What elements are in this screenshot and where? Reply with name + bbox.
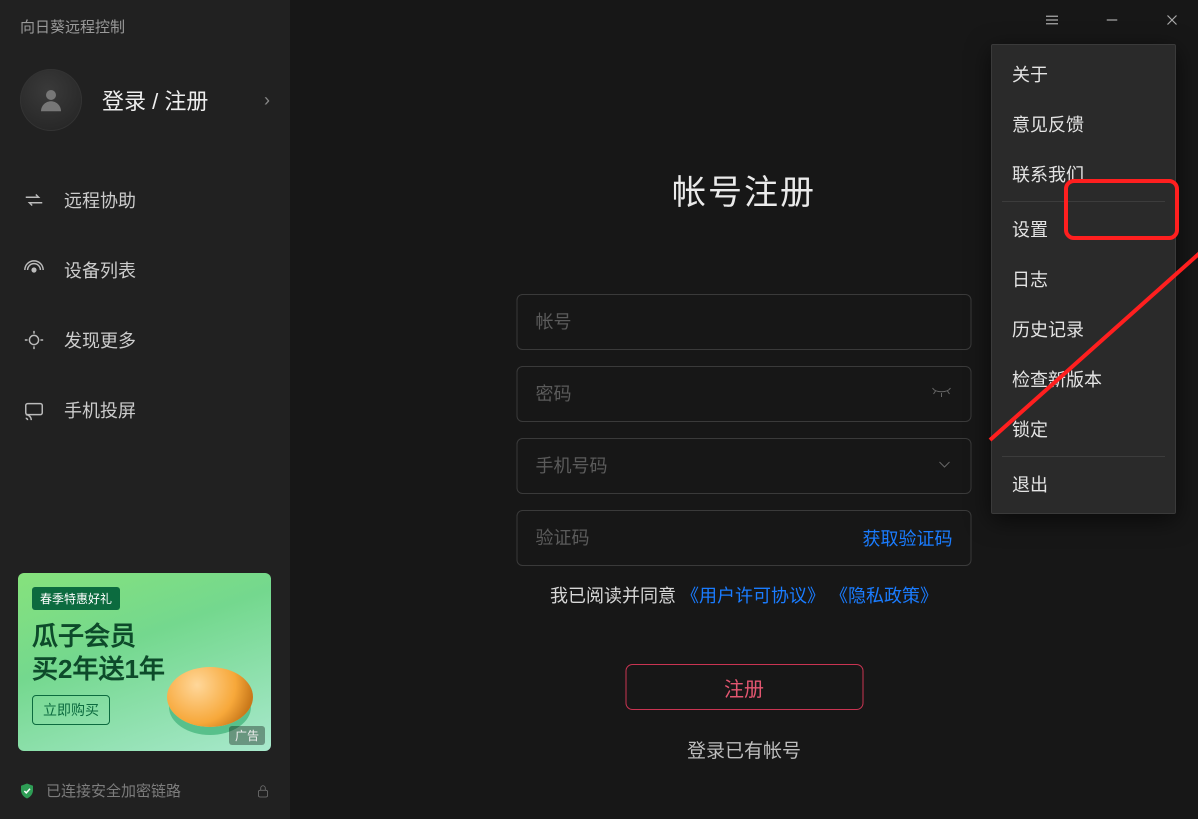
promo-buy-button[interactable]: 立即购买	[32, 695, 110, 725]
login-existing-link[interactable]: 登录已有帐号	[517, 736, 972, 763]
sidebar-item-label: 手机投屏	[64, 397, 136, 423]
shield-check-icon	[18, 782, 36, 800]
menu-item-settings[interactable]: 设置	[992, 204, 1175, 254]
promo-line1: 瓜子会员	[32, 620, 257, 653]
captcha-input[interactable]	[536, 528, 853, 549]
avatar	[20, 69, 82, 131]
menu-button[interactable]	[1040, 8, 1064, 32]
login-register-row[interactable]: 登录 / 注册 ›	[0, 51, 290, 155]
menu-item-exit[interactable]: 退出	[992, 459, 1175, 509]
sidebar-item-discover[interactable]: 发现更多	[0, 305, 290, 375]
status-text: 已连接安全加密链路	[46, 780, 181, 801]
captcha-field[interactable]: 获取验证码	[517, 510, 972, 566]
sidebar-item-phone-cast[interactable]: 手机投屏	[0, 375, 290, 445]
minimize-button[interactable]	[1100, 8, 1124, 32]
close-button[interactable]	[1160, 8, 1184, 32]
account-input[interactable]	[536, 312, 953, 333]
menu-item-logs[interactable]: 日志	[992, 254, 1175, 304]
privacy-policy-link[interactable]: 《隐私政策》	[830, 586, 938, 606]
sidebar-item-label: 设备列表	[64, 257, 136, 283]
swap-icon	[22, 188, 46, 212]
connection-status: 已连接安全加密链路	[18, 780, 272, 801]
register-button[interactable]: 注册	[625, 664, 863, 710]
user-agreement-link[interactable]: 《用户许可协议》	[681, 586, 825, 606]
main-panel: 帐号注册 获取验证码 我已阅读并同意 《用户许可协	[290, 0, 1198, 819]
menu-item-check-update[interactable]: 检查新版本	[992, 354, 1175, 404]
sidebar-item-label: 远程协助	[64, 187, 136, 213]
promo-tag: 春季特惠好礼	[32, 587, 120, 610]
phone-input[interactable]	[536, 456, 937, 477]
agree-prefix: 我已阅读并同意	[550, 586, 681, 606]
titlebar	[1040, 8, 1184, 32]
user-icon	[36, 85, 66, 115]
broadcast-icon	[22, 258, 46, 282]
menu-separator	[1002, 456, 1165, 457]
account-field[interactable]	[517, 294, 972, 350]
app-title: 向日葵远程控制	[0, 0, 290, 51]
get-captcha-button[interactable]: 获取验证码	[863, 525, 953, 551]
password-input[interactable]	[536, 384, 931, 405]
chevron-right-icon: ›	[264, 90, 270, 111]
agreement-text: 我已阅读并同意 《用户许可协议》 《隐私政策》	[517, 582, 972, 608]
login-register-label: 登录 / 注册	[102, 84, 264, 116]
menu-item-lock[interactable]: 锁定	[992, 404, 1175, 454]
menu-separator	[1002, 201, 1165, 202]
chevron-down-icon[interactable]	[937, 456, 953, 477]
promo-banner[interactable]: 春季特惠好礼 瓜子会员 买2年送1年 立即购买 广告	[18, 573, 271, 751]
promo-graphic	[167, 667, 253, 727]
menu-item-about[interactable]: 关于	[992, 49, 1175, 99]
phone-field[interactable]	[517, 438, 972, 494]
dropdown-menu: 关于 意见反馈 联系我们 设置 日志 历史记录 检查新版本 锁定 退出	[991, 44, 1176, 514]
sidebar-item-device-list[interactable]: 设备列表	[0, 235, 290, 305]
sidebar-item-remote-assist[interactable]: 远程协助	[0, 165, 290, 235]
lock-icon[interactable]	[254, 782, 272, 800]
eye-closed-icon[interactable]	[931, 384, 953, 405]
menu-item-contact[interactable]: 联系我们	[992, 149, 1175, 199]
app-root: 向日葵远程控制 登录 / 注册 › 远程协助 设备列表 发现更多	[0, 0, 1198, 819]
sidebar-item-label: 发现更多	[64, 327, 136, 353]
sparkle-icon	[22, 328, 46, 352]
register-form: 帐号注册 获取验证码 我已阅读并同意 《用户许可协	[517, 165, 972, 763]
form-title: 帐号注册	[517, 165, 972, 214]
ad-label: 广告	[229, 726, 265, 745]
cast-icon	[22, 398, 46, 422]
sidebar: 向日葵远程控制 登录 / 注册 › 远程协助 设备列表 发现更多	[0, 0, 290, 819]
password-field[interactable]	[517, 366, 972, 422]
menu-item-history[interactable]: 历史记录	[992, 304, 1175, 354]
menu-item-feedback[interactable]: 意见反馈	[992, 99, 1175, 149]
sidebar-nav: 远程协助 设备列表 发现更多 手机投屏	[0, 155, 290, 445]
